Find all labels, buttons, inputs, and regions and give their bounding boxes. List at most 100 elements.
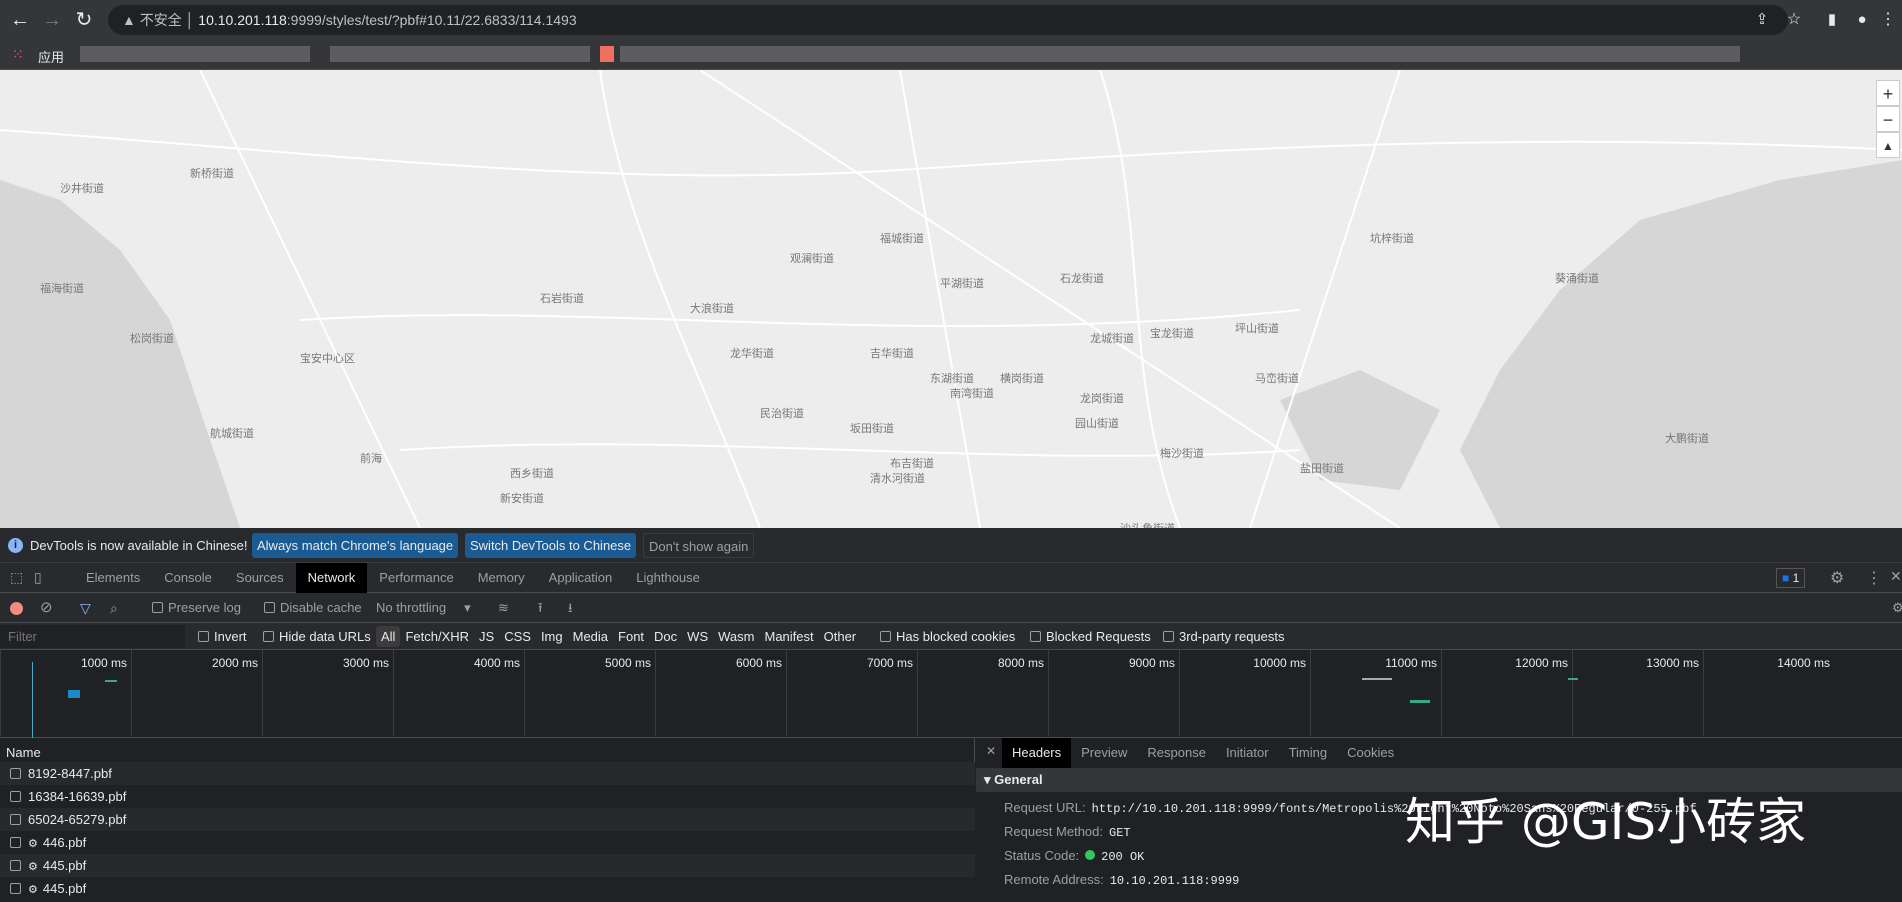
filter-type-all[interactable]: All <box>376 626 401 647</box>
third-party-checkbox[interactable]: 3rd-party requests <box>1163 623 1285 650</box>
details-tab-headers[interactable]: Headers <box>1002 738 1072 768</box>
url-path: :9999/styles/test/?pbf#10.11/22.6833/114… <box>286 12 577 28</box>
back-icon[interactable]: ← <box>8 8 32 32</box>
record-button[interactable] <box>10 602 23 615</box>
star-icon[interactable]: ☆ <box>1782 8 1806 32</box>
general-section-title: General <box>994 772 1043 787</box>
map-place-label: 松岗街道 <box>130 332 174 345</box>
zoom-in-button[interactable]: + <box>1876 80 1900 106</box>
profile-icon[interactable]: ● <box>1850 8 1874 32</box>
details-tab-initiator[interactable]: Initiator <box>1216 738 1279 768</box>
sidebar-icon[interactable]: ▮ <box>1820 8 1844 32</box>
tab-sources[interactable]: Sources <box>224 563 296 593</box>
apps-icon[interactable]: ⁙ <box>12 46 24 63</box>
row-checkbox[interactable] <box>10 837 21 848</box>
network-conditions-icon[interactable]: ≋ <box>498 593 509 623</box>
search-icon[interactable]: ⌕ <box>110 593 118 623</box>
device-toolbar-icon[interactable]: ▯ <box>34 569 42 586</box>
row-checkbox[interactable] <box>10 883 21 894</box>
details-tab-timing[interactable]: Timing <box>1279 738 1338 768</box>
export-har-icon[interactable]: ⭳ <box>568 593 573 623</box>
close-devtools-icon[interactable]: ✕ <box>1890 568 1902 585</box>
network-overview-timeline[interactable]: 1000 ms 2000 ms 3000 ms 4000 ms 5000 ms 6000 … <box>0 650 1902 738</box>
compass-button[interactable]: ▲ <box>1876 132 1900 158</box>
switch-to-chinese-button[interactable]: Switch DevTools to Chinese <box>465 533 637 558</box>
tab-network[interactable]: Network <box>295 563 368 593</box>
more-options-icon[interactable]: ⋮ <box>1866 568 1882 588</box>
inspect-element-icon[interactable]: ⬚ <box>10 569 23 586</box>
invert-checkbox[interactable]: Invert <box>198 623 247 650</box>
settings-gear-icon[interactable]: ⚙ <box>1830 568 1844 588</box>
import-har-icon[interactable]: ⭱ <box>538 593 543 623</box>
clear-icon[interactable]: ⊘ <box>40 593 53 623</box>
blocked-requests-checkbox[interactable]: Blocked Requests <box>1030 623 1151 650</box>
blurred-bookmark[interactable] <box>330 46 590 62</box>
tab-performance[interactable]: Performance <box>367 563 465 593</box>
request-row[interactable]: ⚙ 446.pbf <box>0 831 975 854</box>
blurred-bookmark[interactable] <box>600 46 614 62</box>
map-canvas[interactable]: 沙井街道 福海街道 新桥街道 松岗街道 石岩街道 新安街道 西乡街道 航城街道 民治街道 龙华街道… <box>0 70 1902 528</box>
general-field: Request Method: GET <box>1004 824 1131 840</box>
tab-application[interactable]: Application <box>537 563 625 593</box>
row-checkbox[interactable] <box>10 860 21 871</box>
blocked-cookies-checkbox[interactable]: Has blocked cookies <box>880 623 1015 650</box>
issues-count: 1 <box>1792 571 1800 585</box>
filter-input[interactable] <box>0 625 185 648</box>
row-checkbox[interactable] <box>10 768 21 779</box>
row-checkbox[interactable] <box>10 814 21 825</box>
map-place-label: 新安街道 <box>500 492 544 505</box>
url-host: 10.10.201.118 <box>198 12 287 28</box>
filter-type-css[interactable]: CSS <box>499 626 536 647</box>
issues-badge[interactable]: ■ 1 <box>1776 568 1806 588</box>
filter-type-ws[interactable]: WS <box>682 626 713 647</box>
share-icon[interactable]: ⇪ <box>1750 8 1774 32</box>
network-settings-icon[interactable]: ⚙ <box>1892 593 1902 623</box>
details-tab-preview[interactable]: Preview <box>1071 738 1137 768</box>
tab-elements[interactable]: Elements <box>74 563 152 593</box>
general-field: Status Code: 200 OK <box>1004 848 1144 864</box>
request-row[interactable]: 16384-16639.pbf <box>0 785 975 808</box>
filter-type-doc[interactable]: Doc <box>649 626 682 647</box>
disable-cache-checkbox[interactable]: Disable cache <box>264 593 362 623</box>
menu-icon[interactable]: ⋮ <box>1876 8 1900 32</box>
filter-type-font[interactable]: Font <box>613 626 649 647</box>
forward-icon[interactable]: → <box>40 8 64 32</box>
details-tab-cookies[interactable]: Cookies <box>1337 738 1404 768</box>
details-tab-response[interactable]: Response <box>1137 738 1216 768</box>
request-name: 8192-8447.pbf <box>28 766 112 781</box>
tab-memory[interactable]: Memory <box>466 563 537 593</box>
filter-type-media[interactable]: Media <box>568 626 613 647</box>
throttling-select[interactable]: No throttling ▾ <box>376 593 471 623</box>
filter-type-wasm[interactable]: Wasm <box>713 626 759 647</box>
request-row[interactable]: 8192-8447.pbf <box>0 762 975 785</box>
tab-console[interactable]: Console <box>152 563 224 593</box>
zoom-out-button[interactable]: − <box>1876 106 1900 132</box>
tab-lighthouse[interactable]: Lighthouse <box>624 563 712 593</box>
map-place-label: 石龙街道 <box>1060 272 1104 285</box>
filter-type-js[interactable]: JS <box>474 626 499 647</box>
preserve-log-checkbox[interactable]: Preserve log <box>152 593 241 623</box>
filter-icon[interactable]: ▽ <box>80 593 91 623</box>
filter-type-fetch-xhr[interactable]: Fetch/XHR <box>400 626 474 647</box>
request-name: 446.pbf <box>42 835 87 850</box>
request-row[interactable]: 65024-65279.pbf <box>0 808 975 831</box>
map-place-label: 龙城街道 <box>1090 332 1134 345</box>
map-base <box>0 70 1902 528</box>
apps-label[interactable]: 应用 <box>38 47 64 66</box>
blurred-bookmark[interactable] <box>80 46 310 62</box>
browser-toolbar: ← → ↻ ▲ 不安全 │ 10.10.201.118:9999/styles/… <box>0 0 1902 40</box>
blurred-bookmark[interactable] <box>620 46 1740 62</box>
filter-type-img[interactable]: Img <box>536 626 568 647</box>
dont-show-again-button[interactable]: Don't show again <box>643 533 755 558</box>
request-row[interactable]: ⚙ 445.pbf <box>0 854 975 877</box>
close-details-icon[interactable]: ✕ <box>986 744 996 758</box>
hide-data-urls-checkbox[interactable]: Hide data URLs <box>263 623 371 650</box>
row-checkbox[interactable] <box>10 791 21 802</box>
request-row[interactable]: ⚙ 445.pbf <box>0 877 975 900</box>
map-place-label: 东湖街道 <box>930 372 974 385</box>
reload-icon[interactable]: ↻ <box>72 8 96 32</box>
address-bar[interactable]: ▲ 不安全 │ 10.10.201.118:9999/styles/test/?… <box>108 5 1788 35</box>
always-match-language-button[interactable]: Always match Chrome's language <box>252 533 459 558</box>
filter-type-other[interactable]: Other <box>819 626 862 647</box>
filter-type-manifest[interactable]: Manifest <box>759 626 818 647</box>
